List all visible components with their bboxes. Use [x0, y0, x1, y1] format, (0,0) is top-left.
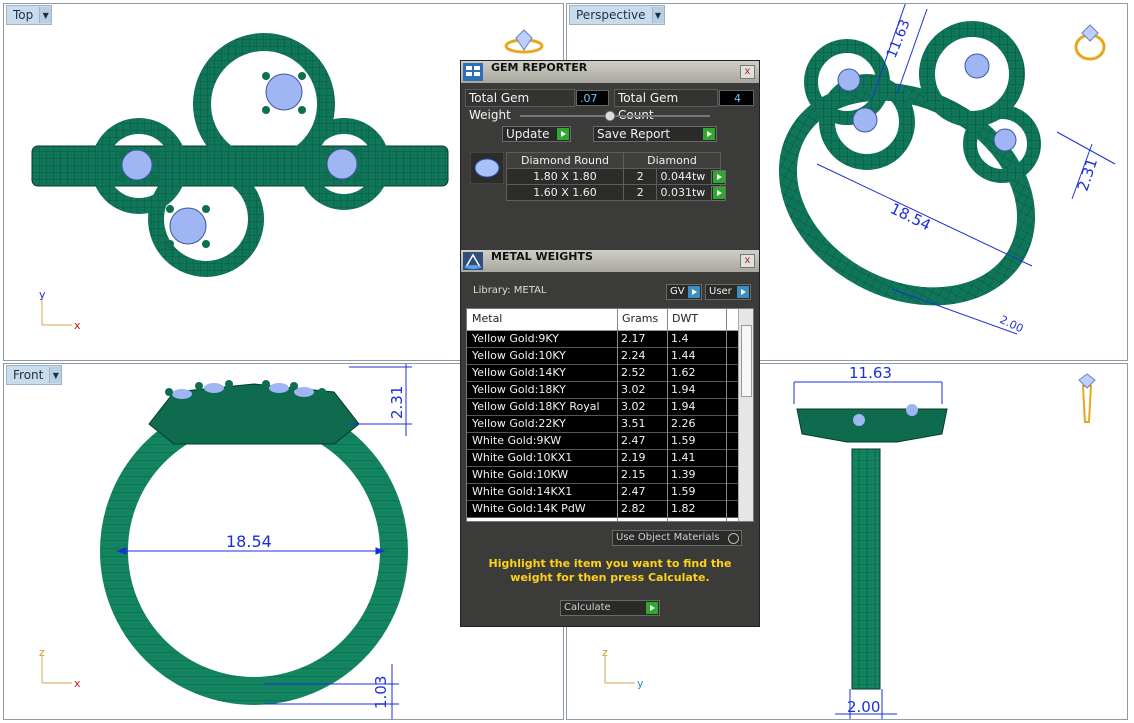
top-gem-1	[121, 149, 153, 181]
library-label: Library: METAL	[473, 285, 547, 296]
play-icon	[646, 602, 658, 614]
top-gem-3	[265, 73, 303, 111]
play-icon	[557, 128, 569, 140]
viewport-tab-top[interactable]: Top ▼	[6, 5, 53, 25]
perspective-dim-a: 11.63	[884, 17, 914, 60]
save-report-button[interactable]: Save Report	[593, 126, 717, 142]
user-toggle[interactable]: User	[705, 284, 751, 300]
calculate-button[interactable]: Calculate	[560, 600, 660, 616]
metal-weights-close-button[interactable]: x	[740, 254, 755, 268]
gem-table: Diamond Round Diamond 1.80 X 1.80 2 0.04…	[506, 152, 721, 201]
axis-widget-right: z y	[602, 647, 644, 690]
gem-reporter-titlebar[interactable]: GEM REPORTER x	[461, 61, 759, 83]
gem-table-row[interactable]: 1.80 X 1.80 2 0.044tw	[506, 168, 721, 185]
perspective-dim-c: 18.54	[887, 199, 933, 234]
right-dim-width: 11.63	[849, 364, 892, 382]
perspective-dim-b: 2.31	[1074, 156, 1101, 193]
top-gem-4	[169, 207, 207, 245]
front-dim-band: 1.03	[372, 676, 390, 709]
top-gem-2	[326, 148, 358, 180]
axis-label-y: y	[637, 677, 644, 690]
table-row[interactable]: White Gold:10KX1 2.19 1.41	[467, 450, 739, 467]
metal-list[interactable]: Metal Grams DWT Yellow Gold:9KY 2.17 1.4 Y…	[466, 308, 754, 522]
metal-weights-title: METAL WEIGHTS	[491, 250, 593, 263]
axis-widget-front: z x	[39, 647, 81, 690]
toggle-icon	[688, 286, 700, 298]
axis-label-x: x	[74, 677, 81, 690]
axis-label-z: z	[39, 647, 45, 659]
axis-label-y: y	[39, 289, 46, 301]
metal-list-scrollbar[interactable]	[738, 309, 753, 521]
gem-col-header: Diamond Round	[506, 152, 624, 169]
viewport-tab-perspective[interactable]: Perspective ▼	[569, 5, 665, 25]
viewport-tab-front[interactable]: Front ▼	[6, 365, 63, 385]
table-row[interactable]: Yellow Gold:14KY 2.52 1.62	[467, 365, 739, 382]
gem-report-icon	[463, 63, 483, 81]
metal-list-header: Metal Grams DWT	[467, 309, 739, 331]
gem-reporter-close-button[interactable]: x	[740, 65, 755, 79]
update-button[interactable]: Update	[502, 126, 571, 142]
gem-row-go-button[interactable]	[711, 186, 726, 201]
table-row[interactable]: Yellow Gold:10KY 2.24 1.44	[467, 348, 739, 365]
gem-row-go-button[interactable]	[711, 170, 726, 185]
table-row[interactable]: Yellow Gold:9KY 2.17 1.4	[467, 331, 739, 348]
table-row[interactable]: White Gold:14K PdW 2.82 1.82	[467, 501, 739, 518]
axis-label-z: z	[602, 647, 608, 659]
chevron-down-icon[interactable]: ▼	[49, 367, 62, 383]
table-row[interactable]: Yellow Gold:22KY 3.51 2.26	[467, 416, 739, 433]
ring-icon	[504, 29, 544, 54]
metal-weights-titlebar[interactable]: METAL WEIGHTS x	[461, 250, 759, 272]
play-icon	[703, 128, 715, 140]
ring-icon	[1078, 373, 1096, 423]
total-gem-weight-label: Total Gem Weight	[465, 89, 575, 122]
metal-col-header: Metal	[472, 312, 503, 325]
total-gem-weight-value: .07	[576, 90, 609, 106]
dwt-col-header: DWT	[672, 312, 699, 325]
total-gem-count-label: Total Gem Count	[614, 89, 718, 122]
axis-widget-top: y x	[39, 289, 81, 332]
gem-slider[interactable]	[520, 109, 710, 123]
play-icon	[713, 171, 725, 183]
gv-toggle[interactable]: GV	[666, 284, 702, 300]
table-row[interactable]: Yellow Gold:18KY 3.02 1.94	[467, 382, 739, 399]
gem-table-row[interactable]: 1.60 X 1.60 2 0.031tw	[506, 184, 721, 201]
front-dim-diameter: 18.54	[226, 532, 272, 551]
chevron-down-icon[interactable]: ▼	[39, 7, 52, 23]
table-row[interactable]: White Gold:9KW 2.47 1.59	[467, 433, 739, 450]
table-row[interactable]: Yellow Gold:18KY Royal 3.02 1.94	[467, 399, 739, 416]
gem-reporter-title: GEM REPORTER	[491, 61, 588, 74]
table-row[interactable]: White Gold:10KW 2.15 1.39	[467, 467, 739, 484]
scrollbar-thumb[interactable]	[741, 325, 752, 397]
play-icon	[713, 187, 725, 199]
table-row[interactable]: White Gold:14KX1 2.47 1.59	[467, 484, 739, 501]
right-dim-band: 2.00	[847, 698, 880, 716]
total-gem-count-value: 4	[719, 90, 754, 106]
grams-col-header: Grams	[622, 312, 659, 325]
gem-col-header: Diamond	[623, 152, 721, 169]
scale-icon	[463, 252, 483, 270]
use-object-materials-toggle[interactable]: Use Object Materials	[612, 530, 742, 546]
diamond-round-icon	[470, 152, 504, 184]
front-dim-height: 2.31	[388, 386, 406, 419]
chevron-down-icon[interactable]: ▼	[651, 7, 664, 23]
ring-icon	[1074, 24, 1106, 61]
calculate-hint: Highlight the item you want to find the …	[488, 557, 732, 584]
toggle-icon	[728, 533, 739, 544]
toggle-icon	[737, 286, 749, 298]
axis-label-x: x	[74, 319, 81, 332]
